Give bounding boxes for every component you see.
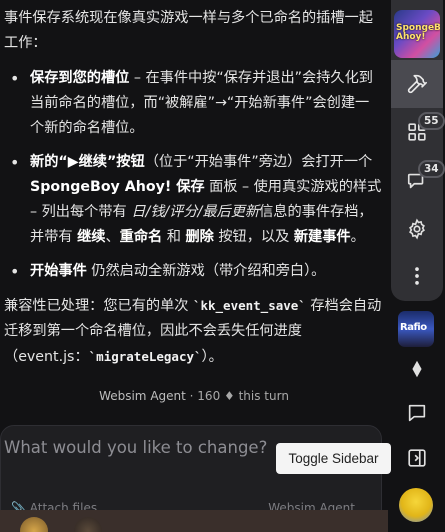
list-item: • 保存到您的槽位 – 在事件中按“保存并退出”会持久化到当前命名的槽位，而“被… bbox=[4, 66, 382, 141]
agent-message: 事件保存系统现在像真实游戏一样与多个已命名的插槽一起工作： • 保存到您的槽位 … bbox=[4, 6, 382, 380]
list-item: • 开始事件 仍然启动全新游戏（带介绍和旁白）。 bbox=[4, 259, 382, 284]
bullet-2-italic-d: 日/钱/评分/最后更新 bbox=[131, 204, 260, 220]
bullet-2-bold-f: 继续 bbox=[77, 229, 106, 245]
list-item: • 新的“▶继续”按钮（位于“开始事件”旁边）会打开一个 SpongeBoy A… bbox=[4, 150, 382, 250]
bullet-2-text-j: 按钮，以及 bbox=[213, 229, 294, 245]
gear-icon[interactable] bbox=[406, 218, 428, 240]
compat-code-2: `migrateLegacy` bbox=[88, 349, 202, 364]
message-compat: 兼容性已处理：您已有的单次 `kk_event_save` 存档会自动迁移到第一… bbox=[4, 293, 382, 370]
bullet-2-sep1: 、 bbox=[105, 229, 120, 245]
project-thumbnail[interactable]: SpongeBoy Ahoy! bbox=[394, 10, 440, 58]
agent-name: Websim Agent bbox=[99, 389, 186, 403]
bottom-strip bbox=[0, 510, 445, 532]
compat-text-c: ）。 bbox=[201, 349, 223, 365]
meta-separator: · bbox=[185, 389, 198, 403]
bullet-3-bold: 开始事件 bbox=[30, 263, 87, 279]
compat-text-a: 兼容性已处理：您已有的单次 bbox=[4, 298, 193, 314]
toggle-sidebar-tooltip: Toggle Sidebar bbox=[276, 443, 391, 474]
sidebar-toggle-icon[interactable] bbox=[406, 447, 428, 469]
project-thumbnail[interactable]: Rafio bbox=[398, 311, 434, 347]
project-thumbnail-title: SpongeBoy Ahoy! bbox=[396, 23, 440, 42]
compat-code-1: `kk_event_save` bbox=[192, 298, 306, 313]
bullet-2-bold-b: SpongeBoy Ahoy! 保存 bbox=[30, 179, 205, 195]
apps-count-badge: 55 bbox=[418, 112, 445, 130]
bullet-2-bold: 新的“▶继续”按钮 bbox=[30, 154, 145, 170]
bullet-2-bold-i: 删除 bbox=[185, 229, 214, 245]
comments-count-badge: 34 bbox=[418, 160, 445, 178]
diamond-icon[interactable] bbox=[406, 358, 428, 380]
message-meta: Websim Agent · 160 ♦ this turn bbox=[0, 389, 388, 403]
more-vertical-icon[interactable] bbox=[406, 265, 428, 287]
bullet-2-bold-k: 新建事件 bbox=[293, 229, 351, 245]
project-thumbnail-title: Rafio bbox=[400, 322, 427, 333]
bullet-3-text: 仍然启动全新游戏（带介绍和旁白）。 bbox=[86, 263, 326, 279]
turn-cost: 160 ♦ this turn bbox=[197, 389, 289, 403]
bullet-2-text-h: 和 bbox=[162, 229, 186, 245]
message-bullet-list: • 保存到您的槽位 – 在事件中按“保存并退出”会持久化到当前命名的槽位，而“被… bbox=[4, 66, 382, 284]
bullet-icon: • bbox=[10, 153, 20, 172]
bullet-2-text-l: 。 bbox=[350, 229, 365, 245]
avatar[interactable] bbox=[399, 488, 433, 522]
bullet-icon: • bbox=[10, 262, 20, 281]
composer-input[interactable]: What would you like to change? bbox=[4, 438, 267, 457]
bullet-icon: • bbox=[10, 69, 20, 88]
bullet-2-bold-g: 重命名 bbox=[119, 229, 163, 245]
bullet-1-bold: 保存到您的槽位 bbox=[30, 70, 130, 86]
chat-icon[interactable] bbox=[406, 402, 428, 424]
hammer-icon[interactable] bbox=[406, 73, 428, 95]
message-intro: 事件保存系统现在像真实游戏一样与多个已命名的插槽一起工作： bbox=[4, 10, 373, 51]
bullet-2-text-a: （位于“开始事件”旁边）会打开一个 bbox=[144, 154, 373, 170]
